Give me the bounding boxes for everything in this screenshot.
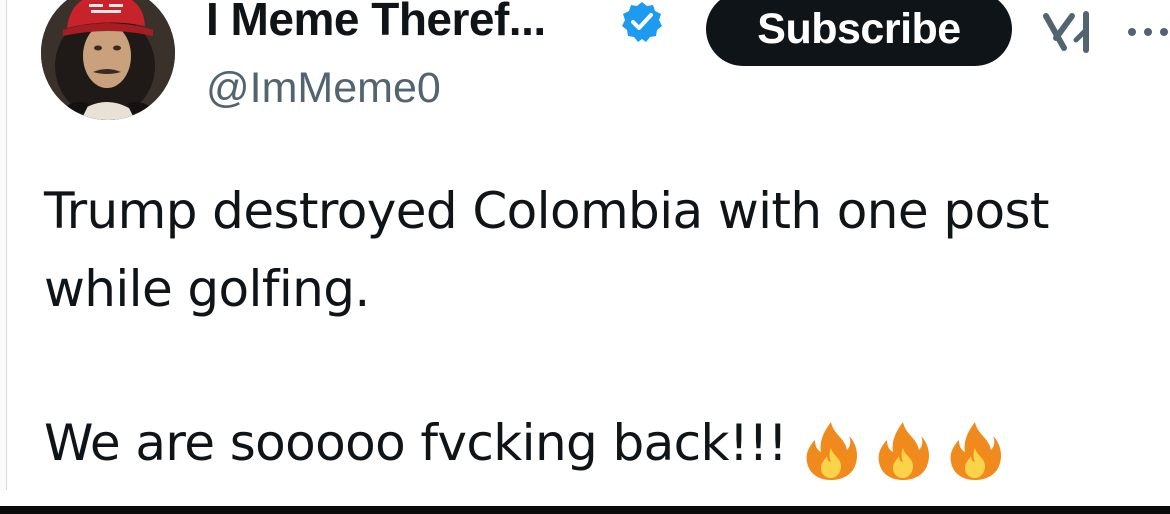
portrait-with-red-cap-avatar-icon	[41, 0, 175, 120]
tweet-text-line-with-emoji: We are sooooo fvcking back!!!	[44, 404, 1144, 486]
fire-emoji-row	[799, 408, 1015, 486]
verified-badge-icon	[620, 0, 664, 44]
fire-emoji-icon	[806, 422, 858, 480]
left-border	[0, 0, 7, 490]
more-options-icon[interactable]	[1124, 24, 1170, 40]
fire-emoji-icon	[950, 422, 1002, 480]
tweet-text-line: while golfing.	[44, 260, 370, 318]
tweet-text-line: Trump destroyed Colombia with one post	[44, 182, 1050, 240]
tweet-body: Trump destroyed Colombia with one post w…	[44, 172, 1144, 486]
fire-emoji-icon	[878, 422, 930, 480]
tweet-text-line: We are sooooo fvcking back!!!	[44, 414, 788, 472]
grok-icon[interactable]	[1042, 10, 1098, 54]
bottom-border	[0, 506, 1170, 514]
avatar[interactable]	[41, 0, 175, 120]
author-display-name[interactable]: I Meme Theref...	[206, 0, 546, 49]
author-handle[interactable]: @ImMeme0	[206, 60, 441, 116]
subscribe-button[interactable]: Subscribe	[706, 0, 1012, 66]
